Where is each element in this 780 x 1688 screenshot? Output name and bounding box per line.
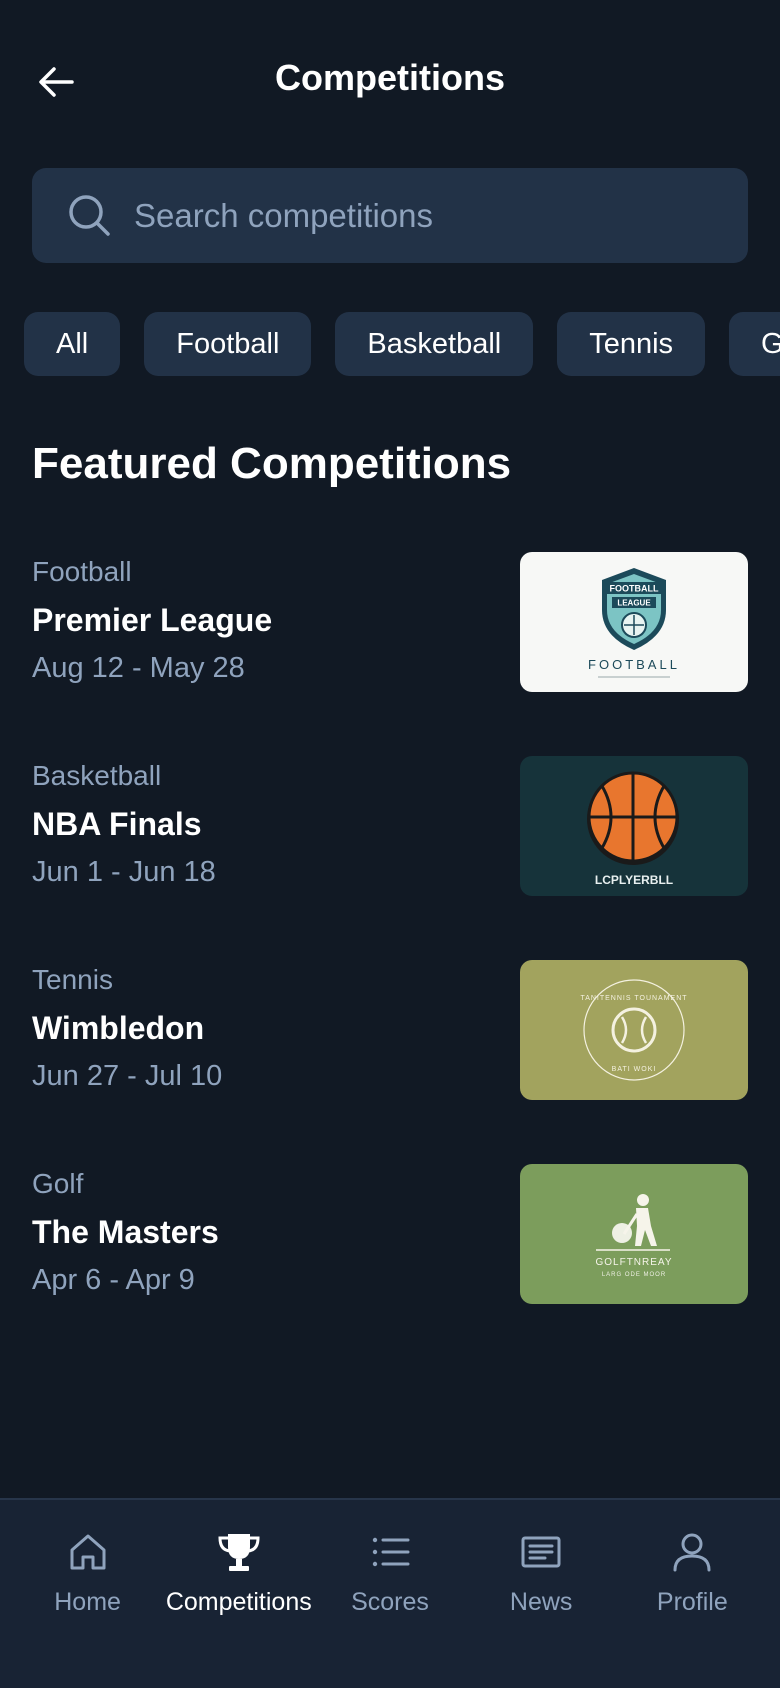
nav-label: Profile: [656, 1588, 728, 1616]
filter-chip-football[interactable]: Football: [144, 312, 312, 376]
newspaper-icon: [521, 1536, 561, 1568]
competition-thumbnail: GOLFTNREAY LARG ODE MOOR: [520, 1164, 748, 1304]
trophy-icon: [218, 1534, 260, 1571]
svg-text:BATI WOKI: BATI WOKI: [612, 1066, 657, 1073]
competition-category: Tennis: [32, 964, 113, 995]
home-icon: [70, 1534, 106, 1570]
competition-name: NBA Finals: [32, 806, 202, 842]
competition-thumbnail: FOOTBALL LEAGUE FOOTBALL: [520, 552, 748, 692]
nav-label: Competitions: [165, 1588, 312, 1616]
competition-item-premier-league[interactable]: Football Premier League Aug 12 - May 28 …: [0, 548, 780, 752]
competition-dates: Aug 12 - May 28: [32, 652, 245, 684]
competition-dates: Jun 27 - Jul 10: [32, 1060, 223, 1092]
app-header: Competitions: [0, 0, 780, 160]
svg-text:FOOTBALL: FOOTBALL: [610, 584, 659, 594]
competition-item-nba-finals[interactable]: Basketball NBA Finals Jun 1 - Jun 18 LCP…: [0, 752, 780, 956]
nav-label: Scores: [351, 1588, 429, 1616]
filter-chips: All Football Basketball Tennis Golf: [24, 312, 780, 376]
page-title: Competitions: [275, 57, 505, 98]
svg-text:FOOTBALL: FOOTBALL: [588, 657, 680, 672]
search-input[interactable]: [132, 195, 696, 236]
competition-thumbnail: LCPLYERBLL: [520, 756, 748, 896]
filter-chip-basketball[interactable]: Basketball: [335, 312, 534, 376]
competition-name: Premier League: [32, 602, 273, 638]
competition-dates: Apr 6 - Apr 9: [32, 1264, 195, 1296]
filter-chip-golf[interactable]: Golf: [729, 312, 780, 376]
nav-label: Home: [54, 1588, 121, 1616]
bottom-nav: Home Competitions Scores News Profile: [0, 1498, 780, 1688]
nav-news[interactable]: News: [466, 1500, 616, 1688]
competition-name: The Masters: [32, 1214, 219, 1250]
search-bar[interactable]: [32, 168, 748, 263]
svg-text:TANITENNIS TOUNAMENT: TANITENNIS TOUNAMENT: [580, 995, 687, 1002]
nav-competitions[interactable]: Competitions: [164, 1500, 314, 1688]
competition-category: Golf: [32, 1168, 84, 1199]
filter-chip-all[interactable]: All: [24, 312, 121, 376]
nav-label: News: [509, 1588, 573, 1616]
section-title: Featured Competitions: [32, 439, 512, 488]
svg-text:GOLFTNREAY: GOLFTNREAY: [595, 1257, 672, 1268]
svg-text:LEAGUE: LEAGUE: [617, 599, 651, 608]
nav-scores[interactable]: Scores: [315, 1500, 465, 1688]
list-icon: [372, 1537, 410, 1567]
competition-dates: Jun 1 - Jun 18: [32, 856, 216, 888]
competition-category: Football: [32, 556, 132, 587]
basketball-icon: [587, 771, 679, 865]
nav-profile[interactable]: Profile: [617, 1500, 767, 1688]
competition-item-wimbledon[interactable]: Tennis Wimbledon Jun 27 - Jul 10 TANITEN…: [0, 956, 780, 1160]
nav-home[interactable]: Home: [13, 1500, 163, 1688]
competition-item-the-masters[interactable]: Golf The Masters Apr 6 - Apr 9 GOLFTNREA…: [0, 1160, 780, 1364]
competition-category: Basketball: [32, 760, 162, 791]
user-icon: [673, 1533, 711, 1572]
search-icon: [69, 194, 110, 236]
competition-name: Wimbledon: [32, 1010, 205, 1046]
svg-text:LARG ODE MOOR: LARG ODE MOOR: [602, 1272, 666, 1278]
svg-text:LCPLYERBLL: LCPLYERBLL: [595, 873, 673, 887]
competition-thumbnail: TANITENNIS TOUNAMENT BATI WOKI: [520, 960, 748, 1100]
competition-list: Football Premier League Aug 12 - May 28 …: [0, 548, 780, 1364]
filter-chip-tennis[interactable]: Tennis: [557, 312, 706, 376]
